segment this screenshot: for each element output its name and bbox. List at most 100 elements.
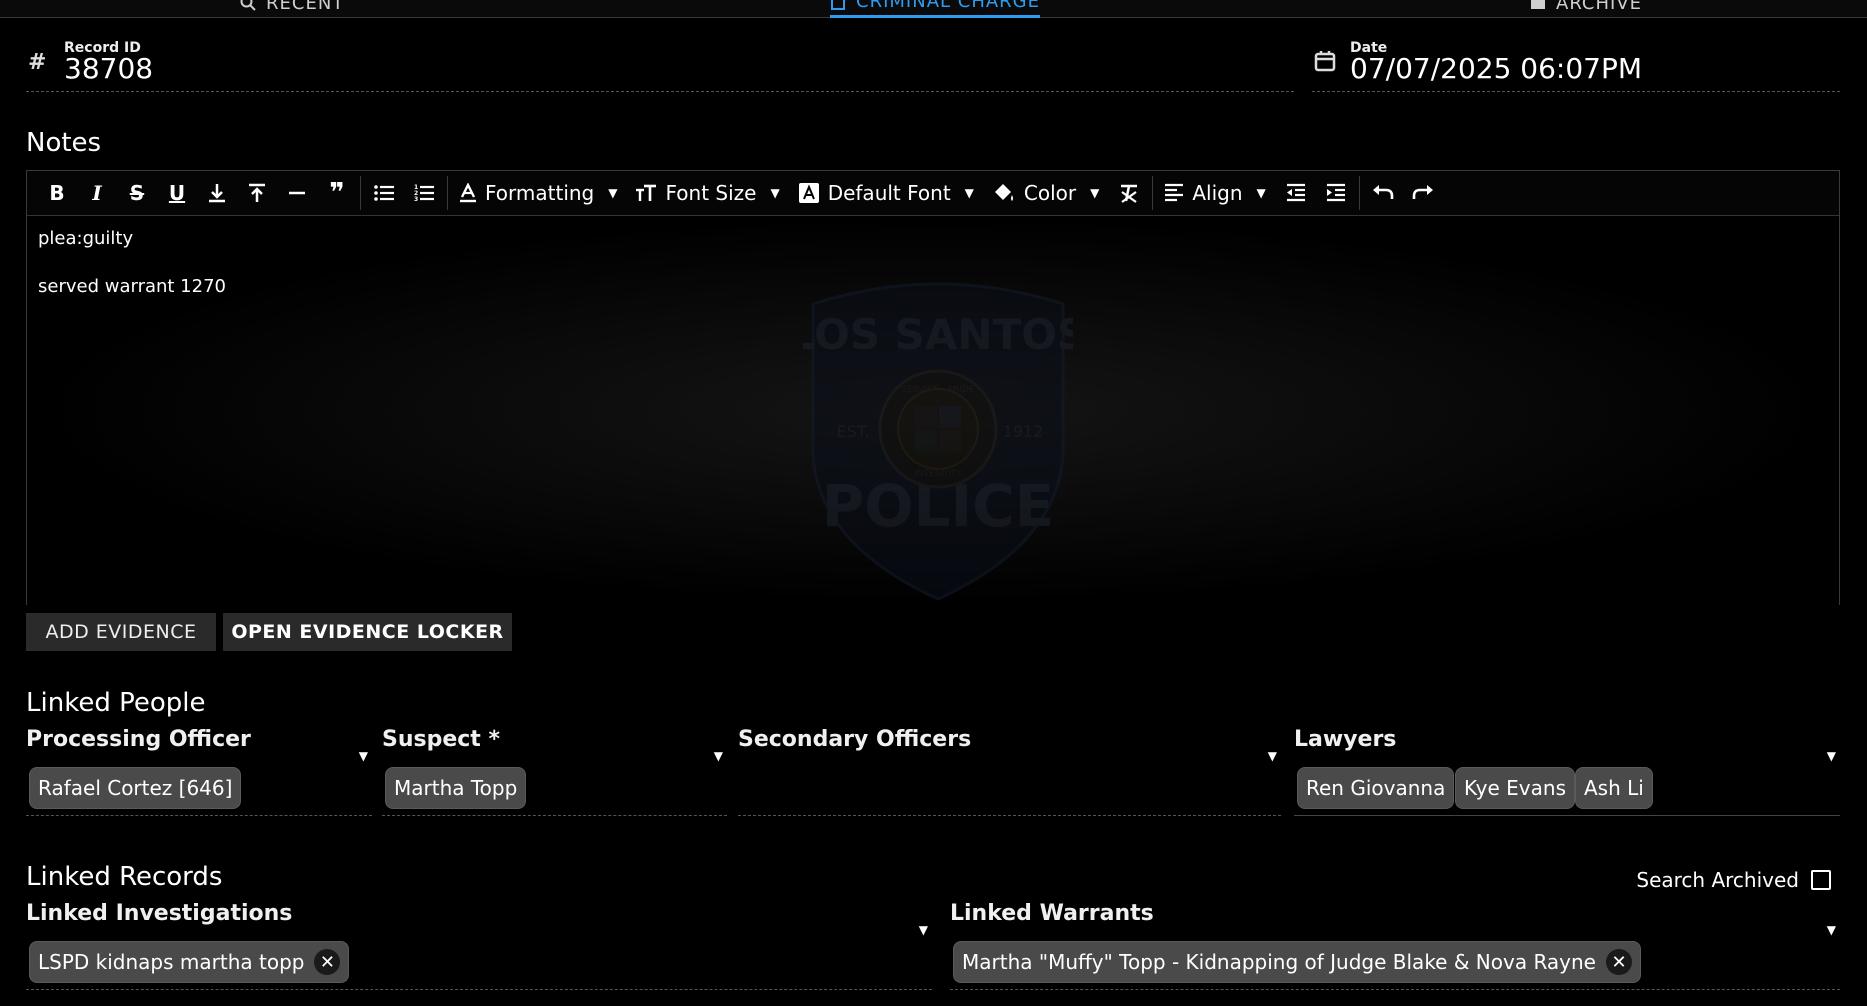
horizontal-rule-icon[interactable] (277, 173, 317, 213)
toolbar-divider (1358, 176, 1360, 210)
notes-text-area[interactable]: LOS SANTOS POLICE EST. 1912 SERVICE · PR… (27, 216, 1839, 605)
record-id-field: # Record ID 38708 (26, 36, 1294, 92)
add-evidence-button[interactable]: ADD EVIDENCE (26, 613, 216, 651)
lawyer-chip[interactable]: Ash Li (1575, 767, 1653, 809)
editor-toolbar: B I S U ❞ 123 Formatting ▼ Font Size ▼ D… (27, 171, 1839, 216)
font-family-dropdown[interactable]: Default Font ▼ (790, 173, 984, 213)
bullet-list-icon[interactable] (364, 173, 404, 213)
investigation-chip[interactable]: LSPD kidnaps martha topp ✕ (29, 941, 350, 983)
color-dropdown[interactable]: Color ▼ (984, 173, 1109, 213)
caret-down-icon: ▼ (1090, 186, 1100, 200)
lawyers-field[interactable]: Lawyers ▼ Ren Giovanna Kye Evans Ash Li (1294, 727, 1840, 816)
lawyers-label: Lawyers (1294, 727, 1397, 752)
outdent-icon[interactable] (1276, 173, 1316, 213)
date-value: 07/07/2025 06:07PM (1350, 52, 1643, 85)
italic-icon[interactable]: I (77, 173, 117, 213)
note-line: plea:guilty (38, 228, 134, 249)
search-archived-toggle[interactable]: Search Archived (1636, 868, 1831, 892)
clear-format-icon[interactable] (1109, 173, 1149, 213)
superscript-icon[interactable] (237, 173, 277, 213)
linked-investigations-field[interactable]: Linked Investigations ▼ LSPD kidnaps mar… (26, 901, 932, 990)
tab-criminal-charge[interactable]: CRIMINAL CHARGE (830, 0, 1040, 18)
notes-editor: B I S U ❞ 123 Formatting ▼ Font Size ▼ D… (26, 170, 1840, 605)
toolbar-divider (447, 176, 448, 210)
remove-chip-icon[interactable]: ✕ (314, 949, 341, 975)
chip-label: Kye Evans (1464, 776, 1566, 800)
font-size-dropdown[interactable]: Font Size ▼ (627, 173, 789, 213)
bold-icon[interactable]: B (37, 173, 77, 213)
search-icon (240, 0, 256, 11)
chip-label: Ash Li (1584, 776, 1644, 800)
tab-bar: RECENT CRIMINAL CHARGE ARCHIVE (0, 0, 1867, 18)
formatting-dropdown[interactable]: Formatting ▼ (451, 173, 627, 213)
secondary-officers-field[interactable]: Secondary Officers ▼ (738, 727, 1281, 816)
font-icon (798, 183, 819, 203)
quote-icon[interactable]: ❞ (317, 173, 357, 213)
chip-label: Ren Giovanna (1306, 776, 1446, 800)
caret-down-icon: ▼ (964, 186, 974, 200)
caret-down-icon: ▼ (608, 186, 618, 200)
remove-chip-icon[interactable]: ✕ (1605, 949, 1632, 975)
caret-down-icon[interactable]: ▼ (1827, 923, 1836, 937)
redo-icon[interactable] (1403, 173, 1443, 213)
numbered-list-icon[interactable]: 123 (404, 173, 444, 213)
paint-bucket-icon (994, 184, 1013, 201)
align-label: Align (1192, 181, 1243, 205)
suspect-chip[interactable]: Martha Topp (385, 767, 527, 809)
chip-label: Rafael Cortez [646] (38, 776, 233, 800)
caret-down-icon[interactable]: ▼ (1268, 749, 1277, 763)
open-evidence-locker-button[interactable]: OPEN EVIDENCE LOCKER (223, 613, 512, 651)
search-archived-checkbox[interactable] (1811, 870, 1831, 890)
linked-investigations-label: Linked Investigations (26, 901, 293, 926)
badge-ring-bottom-text: INTEGRITY (914, 469, 962, 479)
search-archived-label: Search Archived (1636, 868, 1799, 892)
text-format-icon (460, 183, 476, 203)
caret-down-icon: ▼ (1256, 186, 1266, 200)
warrant-chip[interactable]: Martha "Muffy" Topp - Kidnapping of Judg… (953, 941, 1641, 983)
tab-label: ARCHIVE (1556, 0, 1643, 14)
tab-archive[interactable]: ARCHIVE (1530, 0, 1642, 18)
caret-down-icon: ▼ (770, 186, 780, 200)
badge-est-text: EST. (836, 422, 869, 441)
formatting-label: Formatting (485, 181, 595, 205)
align-dropdown[interactable]: Align ▼ (1156, 173, 1275, 213)
linked-warrants-field[interactable]: Linked Warrants ▼ Martha "Muffy" Topp - … (950, 901, 1840, 990)
undo-icon[interactable] (1363, 173, 1403, 213)
caret-down-icon[interactable]: ▼ (359, 749, 368, 763)
tab-recent[interactable]: RECENT (240, 0, 344, 18)
linked-warrants-label: Linked Warrants (950, 901, 1154, 926)
record-id-value: 38708 (64, 52, 154, 85)
tab-label: CRIMINAL CHARGE (856, 0, 1040, 12)
default-font-label: Default Font (827, 181, 951, 205)
lawyer-chip[interactable]: Ren Giovanna (1297, 767, 1455, 809)
chip-label: Martha Topp (394, 776, 518, 800)
chip-label: LSPD kidnaps martha topp (38, 950, 305, 974)
processing-officer-label: Processing Officer (26, 727, 251, 752)
los-santos-police-badge: LOS SANTOS POLICE EST. 1912 SERVICE · PR… (803, 282, 1073, 601)
caret-down-icon[interactable]: ▼ (1827, 749, 1836, 763)
lawyer-chip[interactable]: Kye Evans (1455, 767, 1575, 809)
date-field[interactable]: Date 07/07/2025 06:07PM (1312, 36, 1840, 92)
caret-down-icon[interactable]: ▼ (714, 749, 723, 763)
linked-people-title: Linked People (26, 688, 206, 718)
strikethrough-icon[interactable]: S (117, 173, 157, 213)
note-line: served warrant 1270 (38, 276, 226, 297)
underline-icon[interactable]: U (157, 173, 197, 213)
badge-top-text: LOS SANTOS (803, 310, 1073, 359)
document-icon (831, 0, 845, 10)
font-size-icon (636, 184, 657, 201)
color-label: Color (1023, 181, 1077, 205)
subscript-icon[interactable] (197, 173, 237, 213)
toolbar-divider (1152, 176, 1154, 210)
calendar-icon (1314, 51, 1336, 72)
linked-records-title: Linked Records (26, 862, 223, 892)
suspect-field[interactable]: Suspect * ▼ Martha Topp (382, 727, 727, 816)
tab-label: RECENT (266, 0, 345, 14)
svg-text:3: 3 (414, 196, 418, 202)
caret-down-icon[interactable]: ▼ (919, 923, 928, 937)
indent-icon[interactable] (1316, 173, 1356, 213)
officer-chip[interactable]: Rafael Cortez [646] (29, 767, 242, 809)
processing-officer-field[interactable]: Processing Officer ▼ Rafael Cortez [646] (26, 727, 372, 816)
toolbar-divider (360, 176, 361, 210)
badge-year-text: 1912 (1003, 422, 1044, 441)
